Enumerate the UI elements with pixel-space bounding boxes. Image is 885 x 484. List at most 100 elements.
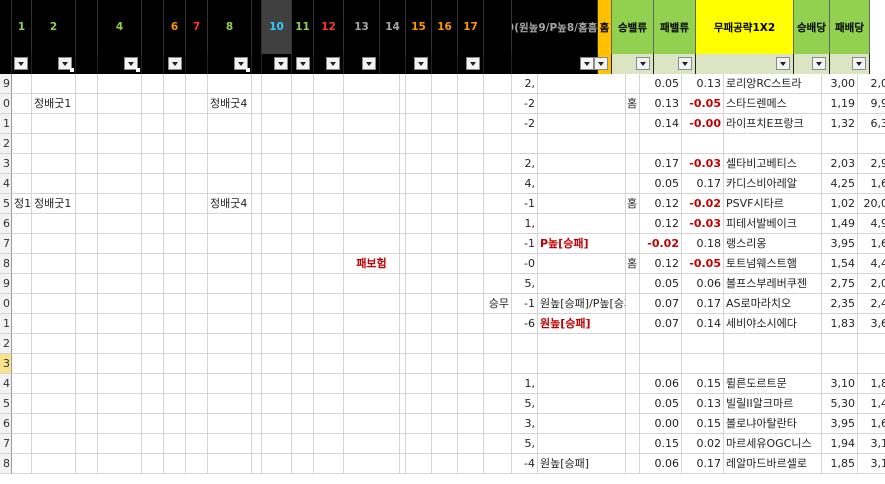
cell-c1[interactable] — [12, 414, 32, 434]
cell-empty[interactable] — [292, 154, 314, 174]
cell-empty[interactable] — [98, 154, 142, 174]
cell-empty[interactable] — [164, 414, 186, 434]
cell-empty[interactable] — [406, 74, 432, 94]
cell-wv[interactable]: 0.12 — [640, 254, 682, 274]
cell-c1[interactable] — [12, 174, 32, 194]
cell-empty[interactable] — [458, 234, 484, 254]
cell-wv[interactable]: 0.06 — [640, 374, 682, 394]
cell-empty[interactable] — [252, 154, 262, 174]
cell-col19[interactable]: -0 — [512, 254, 538, 274]
cell-c2[interactable] — [32, 114, 76, 134]
cell-empty[interactable] — [164, 274, 186, 294]
cell-team[interactable] — [724, 134, 822, 154]
cell-col19[interactable] — [512, 334, 538, 354]
cell-c1[interactable] — [12, 214, 32, 234]
cell-empty[interactable] — [292, 274, 314, 294]
filter-dropdown-button[interactable] — [636, 57, 650, 70]
cell-empty[interactable] — [76, 274, 98, 294]
cell-col13[interactable] — [344, 374, 400, 394]
cell-empty[interactable] — [186, 294, 208, 314]
cell-c1[interactable] — [12, 74, 32, 94]
cell-wo[interactable]: 1,49 — [822, 214, 858, 234]
cell-home[interactable] — [626, 354, 640, 374]
column-header-21[interactable]: 승밸류 — [612, 0, 654, 54]
cell-empty[interactable] — [164, 394, 186, 414]
cell-empty[interactable] — [142, 374, 164, 394]
cell-empty[interactable] — [252, 394, 262, 414]
row-number[interactable]: 9 — [0, 74, 12, 94]
column-header-0[interactable] — [0, 0, 12, 54]
cell-wv[interactable]: 0.12 — [640, 194, 682, 214]
cell-lo[interactable]: 4,40 — [858, 254, 885, 274]
cell-col19[interactable]: -2 — [512, 114, 538, 134]
cell-lv[interactable]: -0.02 — [682, 194, 724, 214]
cell-empty[interactable] — [406, 294, 432, 314]
cell-c2[interactable] — [32, 294, 76, 314]
cell-col18[interactable] — [484, 174, 512, 194]
cell-empty[interactable] — [76, 174, 98, 194]
cell-empty[interactable] — [252, 314, 262, 334]
cell-empty[interactable] — [314, 314, 344, 334]
cell-empty[interactable] — [186, 434, 208, 454]
cell-c2[interactable] — [32, 254, 76, 274]
cell-empty[interactable] — [252, 294, 262, 314]
cell-c2[interactable] — [32, 414, 76, 434]
cell-wo[interactable]: 5,30 — [822, 394, 858, 414]
column-header-22[interactable]: 패밸류 — [654, 0, 696, 54]
cell-empty[interactable] — [262, 354, 292, 374]
cell-c9[interactable] — [208, 334, 252, 354]
cell-col19[interactable]: 5, — [512, 394, 538, 414]
cell-c2[interactable] — [32, 394, 76, 414]
cell-c9[interactable] — [208, 454, 252, 474]
cell-empty[interactable] — [98, 314, 142, 334]
row-number[interactable]: 3 — [0, 354, 12, 374]
cell-c9[interactable] — [208, 374, 252, 394]
row-number[interactable]: 6 — [0, 214, 12, 234]
cell-wv[interactable]: 0.15 — [640, 434, 682, 454]
cell-empty[interactable] — [314, 114, 344, 134]
column-header-1[interactable]: 1 — [12, 0, 32, 54]
cell-c1[interactable] — [12, 314, 32, 334]
cell-empty[interactable] — [314, 94, 344, 114]
cell-team[interactable]: 빌릴II알크마르 — [724, 394, 822, 414]
cell-empty[interactable] — [142, 414, 164, 434]
cell-wo[interactable]: 1,54 — [822, 254, 858, 274]
column-header-14[interactable]: 14 — [380, 0, 406, 54]
column-header-5[interactable] — [142, 0, 164, 54]
cell-c9[interactable] — [208, 314, 252, 334]
cell-lv[interactable]: 0.17 — [682, 294, 724, 314]
cell-empty[interactable] — [432, 254, 458, 274]
cell-c9[interactable] — [208, 414, 252, 434]
cell-col18[interactable] — [484, 354, 512, 374]
cell-wo[interactable]: 2,35 — [822, 294, 858, 314]
cell-team[interactable]: AS로마라치오 — [724, 294, 822, 314]
cell-wv[interactable]: 0.13 — [640, 94, 682, 114]
row-number[interactable]: 4 — [0, 374, 12, 394]
cell-empty[interactable] — [142, 394, 164, 414]
cell-col20-note[interactable] — [538, 414, 626, 434]
cell-lo[interactable]: 20,00 — [858, 194, 885, 214]
cell-empty[interactable] — [432, 374, 458, 394]
cell-empty[interactable] — [186, 414, 208, 434]
cell-col18[interactable] — [484, 314, 512, 334]
cell-empty[interactable] — [252, 74, 262, 94]
cell-empty[interactable] — [406, 114, 432, 134]
cell-empty[interactable] — [186, 374, 208, 394]
cell-c1[interactable] — [12, 154, 32, 174]
cell-c1[interactable] — [12, 94, 32, 114]
cell-home[interactable] — [626, 414, 640, 434]
cell-empty[interactable] — [186, 394, 208, 414]
cell-home[interactable] — [626, 174, 640, 194]
cell-col19[interactable]: 1, — [512, 374, 538, 394]
cell-empty[interactable] — [186, 314, 208, 334]
cell-empty[interactable] — [252, 214, 262, 234]
cell-c9[interactable] — [208, 294, 252, 314]
cell-empty[interactable] — [406, 334, 432, 354]
cell-col20-note[interactable]: 원높[승패] — [538, 314, 626, 334]
cell-empty[interactable] — [76, 414, 98, 434]
cell-wo[interactable] — [822, 354, 858, 374]
cell-empty[interactable] — [262, 74, 292, 94]
cell-home[interactable] — [626, 294, 640, 314]
cell-empty[interactable] — [98, 454, 142, 474]
cell-empty[interactable] — [432, 234, 458, 254]
